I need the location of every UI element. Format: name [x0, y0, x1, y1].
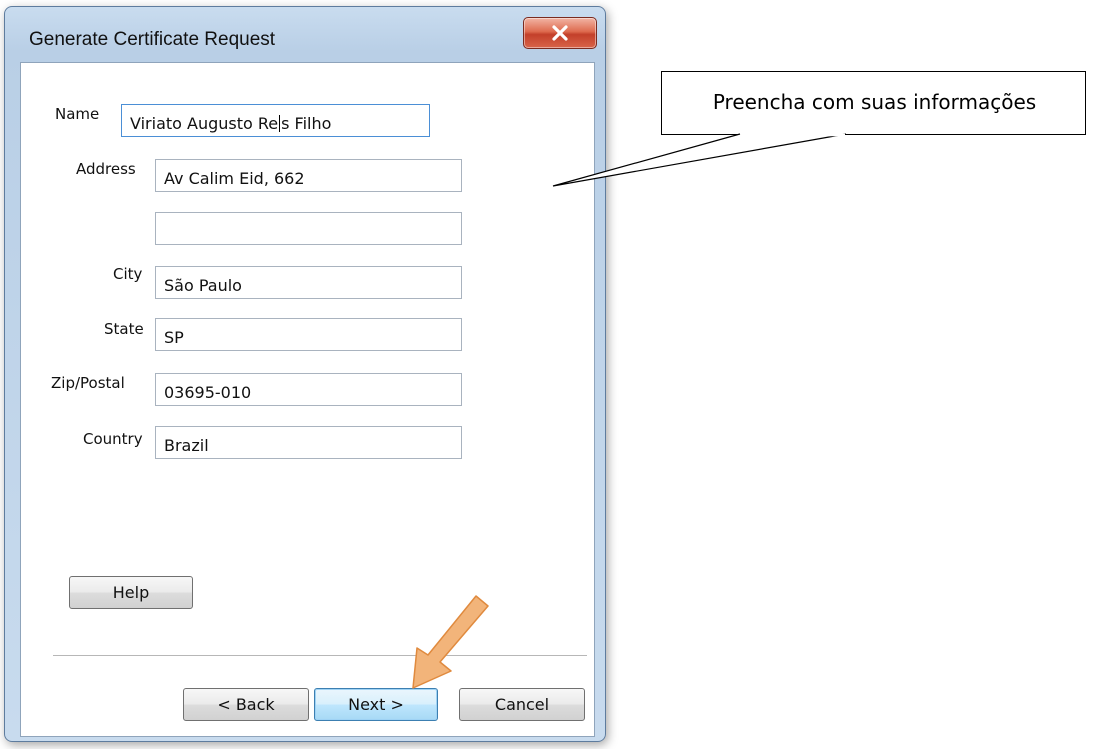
- callout-pointer: [552, 133, 847, 187]
- annotation-overlay: [412, 133, 847, 689]
- pointer-arrow-icon: [412, 595, 489, 689]
